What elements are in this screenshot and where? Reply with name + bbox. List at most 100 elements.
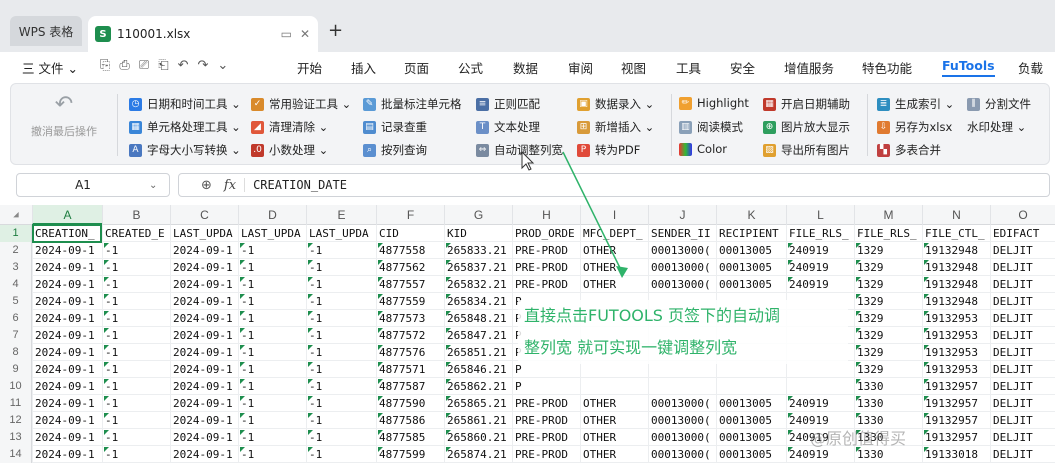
dedupe-button[interactable]: ▤ 记录查重 — [363, 119, 427, 135]
grid-cell[interactable]: 4877573 — [376, 310, 444, 327]
column-header-j[interactable]: J — [648, 205, 716, 225]
row-number[interactable]: 7 — [0, 327, 32, 344]
decimal-button[interactable]: .0 小数处理 ⌄ — [251, 142, 328, 158]
grid-cell[interactable]: FILE_CTL_ — [922, 225, 990, 242]
grid-cell[interactable]: 00013005 — [716, 395, 786, 412]
grid-cell[interactable]: -1 — [306, 327, 376, 344]
watermark-button[interactable]: 水印处理 ⌄ — [967, 119, 1026, 135]
grid-cell[interactable]: -1 — [306, 242, 376, 259]
grid-cell[interactable]: 1329 — [854, 259, 922, 276]
menu-item-start[interactable]: 开始 — [297, 58, 322, 77]
grid-cell[interactable]: OTHER — [580, 242, 648, 259]
grid-cell[interactable]: OTHER — [580, 446, 648, 463]
grid-cell[interactable]: 265833.21 — [444, 242, 512, 259]
grid-cell[interactable]: 2024-09-1 — [32, 378, 102, 395]
grid-cell[interactable]: -1 — [306, 412, 376, 429]
grid-cell[interactable]: 2024-09-1 — [32, 242, 102, 259]
grid-cell[interactable]: 19132953 — [922, 344, 990, 361]
case-convert-button[interactable]: A 字母大小写转换 ⌄ — [129, 142, 241, 158]
highlight-button[interactable]: ✏ Highlight — [679, 96, 749, 110]
grid-cell[interactable]: -1 — [238, 395, 306, 412]
row-number[interactable]: 14 — [0, 446, 32, 463]
grid-cell[interactable]: DELJIT — [990, 344, 1055, 361]
grid-cell[interactable]: 240919 — [786, 276, 854, 293]
quick-access-icons[interactable]: ⎘⎙⎚⎗↶↷⌄ — [100, 58, 237, 73]
menu-item-page[interactable]: 页面 — [404, 58, 429, 77]
grid-cell[interactable]: 2024-09-1 — [170, 293, 238, 310]
grid-cell[interactable]: DELJIT — [990, 276, 1055, 293]
grid-cell[interactable]: 4877557 — [376, 276, 444, 293]
grid-cell[interactable]: 2024-09-1 — [32, 293, 102, 310]
grid-cell[interactable]: LAST_UPDA — [306, 225, 376, 242]
grid-cell[interactable]: DELJIT — [990, 327, 1055, 344]
grid-cell[interactable]: FILE_RLS_ — [786, 225, 854, 242]
grid-cell[interactable]: 265851.21 — [444, 344, 512, 361]
row-number[interactable]: 4 — [0, 276, 32, 293]
grid-cell[interactable]: 1329 — [854, 344, 922, 361]
grid-cell[interactable] — [716, 378, 786, 395]
column-header-d[interactable]: D — [238, 205, 306, 225]
grid-cell[interactable]: PRE-PROD — [512, 276, 580, 293]
grid-cell[interactable]: 19132957 — [922, 378, 990, 395]
grid-cell[interactable]: 00013005 — [716, 276, 786, 293]
grid-cell[interactable]: 19132948 — [922, 259, 990, 276]
grid-cell[interactable]: PRE-PROD — [512, 242, 580, 259]
grid-cell[interactable]: -1 — [306, 344, 376, 361]
grid-cell[interactable]: CREATION_ — [32, 225, 102, 242]
grid-cell[interactable]: 00013000( — [648, 429, 716, 446]
grid-cell[interactable]: 00013005 — [716, 446, 786, 463]
grid-cell[interactable]: -1 — [306, 446, 376, 463]
select-all-corner[interactable]: ◢ — [0, 205, 32, 225]
grid-cell[interactable]: 2024-09-1 — [32, 412, 102, 429]
grid-cell[interactable]: 1329 — [854, 327, 922, 344]
grid-cell[interactable]: -1 — [102, 361, 170, 378]
row-number[interactable]: 11 — [0, 395, 32, 412]
column-header-n[interactable]: N — [922, 205, 990, 225]
menu-item-formula[interactable]: 公式 — [458, 58, 483, 77]
new-insert-button[interactable]: ⊞ 新增插入 ⌄ — [577, 119, 654, 135]
grid-cell[interactable]: 19132948 — [922, 293, 990, 310]
grid-cell[interactable]: 4877572 — [376, 327, 444, 344]
datetime-tools-button[interactable]: ◷ 日期和时间工具 ⌄ — [129, 96, 241, 112]
column-header-l[interactable]: L — [786, 205, 854, 225]
formula-input[interactable]: ⊕ fx CREATION_DATE — [178, 173, 1050, 197]
batch-mark-button[interactable]: ✎ 批量标注单元格 — [363, 96, 462, 112]
window-icon[interactable]: ▭ — [281, 27, 292, 41]
grid-cell[interactable]: -1 — [306, 259, 376, 276]
chevron-down-icon[interactable]: ⌄ — [149, 180, 169, 191]
grid-cell[interactable]: PRE-PROD — [512, 412, 580, 429]
grid-cell[interactable]: DELJIT — [990, 412, 1055, 429]
grid-cell[interactable]: -1 — [238, 378, 306, 395]
grid-cell[interactable]: 2024-09-1 — [32, 327, 102, 344]
grid-cell[interactable]: 2024-09-1 — [170, 395, 238, 412]
grid-cell[interactable]: 4877586 — [376, 412, 444, 429]
grid-cell[interactable]: 2024-09-1 — [170, 446, 238, 463]
grid-cell[interactable]: DELJIT — [990, 446, 1055, 463]
grid-cell[interactable]: LAST_UPDA — [170, 225, 238, 242]
grid-cell[interactable]: LAST_UPDA — [238, 225, 306, 242]
grid-cell[interactable]: DELJIT — [990, 429, 1055, 446]
grid-cell[interactable]: 4877562 — [376, 259, 444, 276]
grid-cell[interactable]: 265860.21 — [444, 429, 512, 446]
regex-button[interactable]: ≡ 正则匹配 — [476, 96, 540, 112]
grid-cell[interactable]: 19132953 — [922, 310, 990, 327]
grid-cell[interactable]: 00013005 — [716, 242, 786, 259]
grid-cell[interactable]: 2024-09-1 — [170, 327, 238, 344]
grid-cell[interactable]: 1329 — [854, 310, 922, 327]
grid-cell[interactable]: 2024-09-1 — [32, 429, 102, 446]
merge-sheets-button[interactable]: ▚ 多表合并 — [877, 142, 941, 158]
grid-cell[interactable]: 00013000( — [648, 446, 716, 463]
grid-cell[interactable]: -1 — [102, 242, 170, 259]
grid-cell[interactable]: DELJIT — [990, 242, 1055, 259]
grid-cell[interactable]: MFC_DEPT_ — [580, 225, 648, 242]
grid-cell[interactable]: -1 — [238, 412, 306, 429]
grid-cell[interactable]: 4877576 — [376, 344, 444, 361]
grid-cell[interactable]: -1 — [102, 327, 170, 344]
grid-cell[interactable]: 4877587 — [376, 378, 444, 395]
grid-cell[interactable]: 00013005 — [716, 412, 786, 429]
date-assist-button[interactable]: ▦ 开启日期辅助 — [763, 96, 850, 112]
grid-cell[interactable]: OTHER — [580, 395, 648, 412]
grid-cell[interactable] — [786, 378, 854, 395]
grid-cell[interactable]: 2024-09-1 — [32, 361, 102, 378]
cell-tools-button[interactable]: ▦ 单元格处理工具 ⌄ — [129, 119, 241, 135]
